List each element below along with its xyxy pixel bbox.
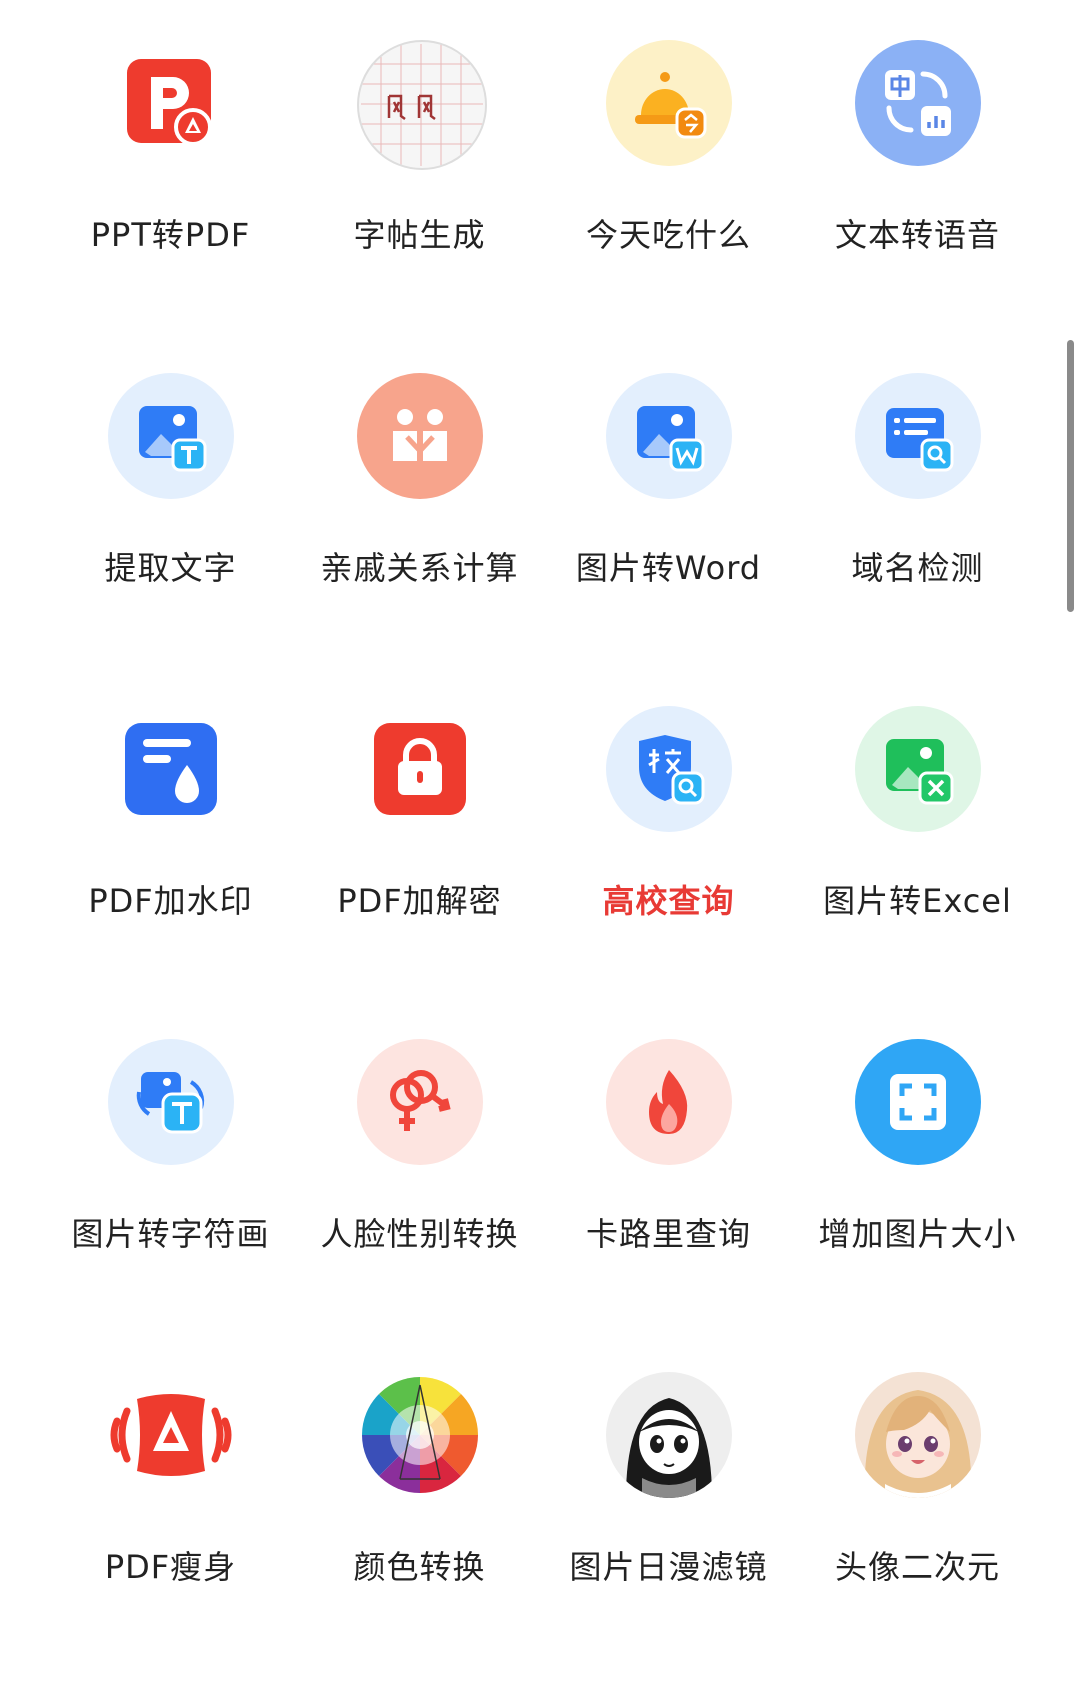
anime-avatar-icon	[855, 1372, 981, 1498]
pdf-watermark-icon	[108, 706, 234, 832]
tool-label: 颜色转换	[353, 1548, 486, 1586]
tool-label: 文本转语音	[834, 216, 1000, 254]
tool-label: 卡路里查询	[585, 1215, 751, 1253]
resize-image-icon	[855, 1039, 981, 1165]
gender-swap-icon	[357, 1039, 483, 1165]
text-to-speech-icon	[855, 40, 981, 166]
tool-what-to-eat[interactable]: 今天吃什么	[544, 40, 793, 373]
tool-pdf-watermark[interactable]: PDF加水印	[46, 706, 295, 1039]
tool-label: PDF加水印	[88, 882, 253, 920]
tool-label: 今天吃什么	[585, 216, 751, 254]
tool-relatives[interactable]: 亲戚关系计算	[295, 373, 544, 706]
tool-label: 域名检测	[851, 549, 984, 587]
tool-label: 字帖生成	[353, 216, 486, 254]
tools-grid: PPT转PDF 字帖生成 今天吃什么 文本转语音 提取文字 亲戚关系计算 图片转…	[46, 40, 1042, 1705]
image-to-excel-icon	[855, 706, 981, 832]
tool-pdf-encrypt[interactable]: PDF加解密	[295, 706, 544, 1039]
tool-domain-check[interactable]: 域名检测	[793, 373, 1042, 706]
tool-text-to-speech[interactable]: 文本转语音	[793, 40, 1042, 373]
scrollbar[interactable]	[1067, 340, 1074, 612]
extract-text-icon	[108, 373, 234, 499]
dinner-bell-icon	[606, 40, 732, 166]
college-search-icon	[606, 706, 732, 832]
relatives-icon	[357, 373, 483, 499]
tool-label: 图片日漫滤镜	[569, 1548, 768, 1586]
tool-label: 头像二次元	[834, 1548, 1000, 1586]
tool-label: 人脸性别转换	[320, 1215, 519, 1253]
calorie-flame-icon	[606, 1039, 732, 1165]
tool-manga-filter[interactable]: 图片日漫滤镜	[544, 1372, 793, 1705]
tool-label: 图片转Word	[575, 549, 762, 587]
tool-pdf-compress[interactable]: PDF瘦身	[46, 1372, 295, 1705]
tool-calorie[interactable]: 卡路里查询	[544, 1039, 793, 1372]
pdf-compress-icon	[108, 1372, 234, 1498]
tool-label: PPT转PDF	[90, 216, 251, 254]
tool-ppt-to-pdf[interactable]: PPT转PDF	[46, 40, 295, 373]
tool-label: PDF瘦身	[104, 1548, 237, 1586]
image-to-ascii-icon	[108, 1039, 234, 1165]
tool-image-to-ascii[interactable]: 图片转字符画	[46, 1039, 295, 1372]
tool-gender-swap[interactable]: 人脸性别转换	[295, 1039, 544, 1372]
tool-calligraphy[interactable]: 字帖生成	[295, 40, 544, 373]
tool-label: 增加图片大小	[818, 1215, 1017, 1253]
image-to-word-icon	[606, 373, 732, 499]
tool-label: PDF加解密	[337, 882, 502, 920]
pdf-lock-icon	[357, 706, 483, 832]
tool-image-to-excel[interactable]: 图片转Excel	[793, 706, 1042, 1039]
tool-extract-text[interactable]: 提取文字	[46, 373, 295, 706]
domain-check-icon	[855, 373, 981, 499]
tool-college-search[interactable]: 高校查询	[544, 706, 793, 1039]
tool-label: 图片转Excel	[823, 882, 1012, 920]
calligraphy-sheet-icon	[357, 40, 487, 170]
tool-label: 高校查询	[602, 882, 735, 920]
manga-filter-icon	[606, 1372, 732, 1498]
tool-label: 图片转字符画	[71, 1215, 270, 1253]
tool-anime-avatar[interactable]: 头像二次元	[793, 1372, 1042, 1705]
ppt-to-pdf-icon	[108, 40, 234, 166]
tool-label: 亲戚关系计算	[320, 549, 519, 587]
tool-label: 提取文字	[104, 549, 237, 587]
tool-resize-image[interactable]: 增加图片大小	[793, 1039, 1042, 1372]
tool-color-convert[interactable]: 颜色转换	[295, 1372, 544, 1705]
color-wheel-icon	[357, 1372, 483, 1498]
tool-image-to-word[interactable]: 图片转Word	[544, 373, 793, 706]
